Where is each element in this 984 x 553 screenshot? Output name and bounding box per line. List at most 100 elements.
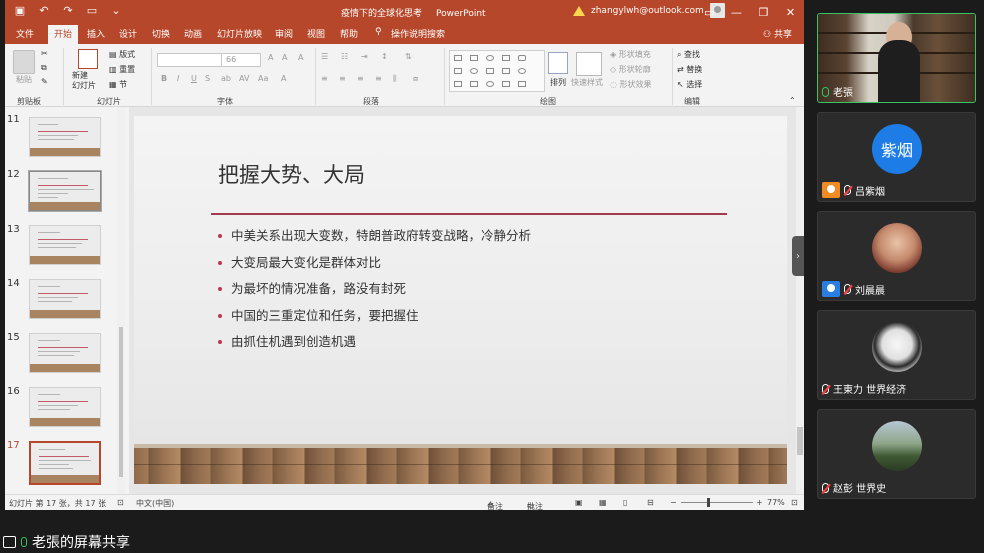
shape-rect-icon[interactable] xyxy=(502,81,510,87)
grow-font-icon[interactable]: A xyxy=(268,53,273,62)
shape-rect-icon[interactable] xyxy=(502,68,510,74)
justify-icon[interactable]: ≡ xyxy=(375,74,382,83)
close-icon[interactable]: ✕ xyxy=(777,0,804,24)
redo-icon[interactable]: ↷ xyxy=(61,4,75,17)
shape-oval-icon[interactable] xyxy=(470,68,478,74)
tab-animations[interactable]: 动画 xyxy=(184,27,202,40)
tab-review[interactable]: 审阅 xyxy=(275,27,293,40)
thumbnail-scrollbar[interactable] xyxy=(117,107,125,494)
font-name-dropdown[interactable] xyxy=(157,53,225,67)
italic-icon[interactable]: I xyxy=(177,74,179,83)
shape-rect-icon[interactable] xyxy=(454,68,462,74)
bullet-item[interactable]: 由抓住机遇到创造机遇 xyxy=(218,334,531,361)
quick-styles-button[interactable]: 快速样式 xyxy=(571,77,603,88)
bold-icon[interactable]: B xyxy=(161,74,167,83)
slideshow-view-icon[interactable]: ⊟ xyxy=(647,498,654,507)
slide-thumbnail[interactable] xyxy=(29,171,101,211)
current-slide[interactable]: 把握大势、大局 中美关系出现大变数，特朗普政府转变战略，冷静分析 大变局最大变化… xyxy=(134,116,787,484)
char-spacing-icon[interactable]: AV xyxy=(239,74,249,83)
indent-icon[interactable]: ⇥ xyxy=(361,52,368,61)
expand-panel-handle[interactable]: › xyxy=(792,236,804,276)
font-color-icon[interactable]: A xyxy=(281,74,286,83)
arrange-icon[interactable] xyxy=(548,52,568,74)
shape-oval-icon[interactable] xyxy=(486,81,494,87)
shape-rect-icon[interactable] xyxy=(470,81,478,87)
clear-format-icon[interactable]: A xyxy=(298,53,303,62)
tab-transitions[interactable]: 切换 xyxy=(152,27,170,40)
strikethrough-icon[interactable]: ab xyxy=(221,74,231,83)
slide-thumbnail-selected[interactable] xyxy=(29,441,101,485)
slide-thumbnail[interactable] xyxy=(29,387,101,427)
participant-tile-active-speaker[interactable]: 老張 xyxy=(817,13,976,103)
paste-label[interactable]: 粘贴 xyxy=(16,74,32,85)
scrollbar-thumb[interactable] xyxy=(797,427,803,455)
undo-icon[interactable]: ↶ xyxy=(37,4,51,17)
change-case-icon[interactable]: Aa xyxy=(258,74,268,83)
numbering-icon[interactable]: ☷ xyxy=(341,52,348,61)
slide-thumbnail[interactable] xyxy=(29,333,101,373)
customize-qat-icon[interactable]: ⌄ xyxy=(109,4,123,17)
line-spacing-icon[interactable]: ↕ xyxy=(381,52,388,61)
section-button[interactable]: ▦ 节 xyxy=(109,79,127,90)
bullet-item[interactable]: 中美关系出现大变数，特朗普政府转变战略，冷静分析 xyxy=(218,228,531,255)
spellcheck-icon[interactable]: ⊡ xyxy=(117,498,124,507)
language-indicator[interactable]: 中文(中国) xyxy=(136,498,174,509)
shape-rect-icon[interactable] xyxy=(454,81,462,87)
shape-rect-icon[interactable] xyxy=(518,81,526,87)
format-painter-icon[interactable]: ✎ xyxy=(41,77,48,86)
slideshow-icon[interactable]: ▭ xyxy=(85,4,99,17)
participant-tile[interactable]: 紫烟 吕紫烟 xyxy=(817,112,976,202)
normal-view-icon[interactable]: ▣ xyxy=(575,498,583,507)
shape-rect-icon[interactable] xyxy=(470,55,478,61)
tell-me-search[interactable]: 操作说明搜索 xyxy=(391,27,445,40)
layout-button[interactable]: ▤ 版式 xyxy=(109,49,135,60)
account-email[interactable]: zhangylwh@outlook.com xyxy=(591,6,704,16)
underline-icon[interactable]: U xyxy=(191,74,197,83)
share-button[interactable]: ⚇ 共享 xyxy=(763,27,792,40)
slide-thumbnail[interactable] xyxy=(29,225,101,265)
shape-oval-icon[interactable] xyxy=(518,68,526,74)
tab-insert[interactable]: 插入 xyxy=(87,27,105,40)
bullet-item[interactable]: 中国的三重定位和任务，要把握住 xyxy=(218,308,531,335)
arrange-button[interactable]: 排列 xyxy=(550,77,566,88)
new-slide-icon[interactable] xyxy=(78,49,98,69)
tab-slideshow[interactable]: 幻灯片放映 xyxy=(217,27,262,40)
shape-textbox-icon[interactable] xyxy=(454,55,462,61)
tab-help[interactable]: 帮助 xyxy=(340,27,358,40)
shape-oval-icon[interactable] xyxy=(486,55,494,61)
find-button[interactable]: ⌕ 查找 xyxy=(677,49,700,60)
bullet-item[interactable]: 大变局最大变化是群体对比 xyxy=(218,255,531,282)
paste-icon[interactable] xyxy=(13,50,35,74)
scrollbar-thumb[interactable] xyxy=(119,327,123,477)
slide-scrollbar[interactable] xyxy=(796,107,804,494)
shape-rect-icon[interactable] xyxy=(486,68,494,74)
align-left-icon[interactable]: ≡ xyxy=(321,74,328,83)
shape-rect-icon[interactable] xyxy=(502,55,510,61)
fit-slide-icon[interactable]: ⊡ xyxy=(791,498,798,507)
slide-thumbnail-pane[interactable]: 11 12 13 14 15 16 17 xyxy=(5,107,129,494)
zoom-slider-thumb[interactable] xyxy=(707,498,710,507)
shape-effects-button[interactable]: ◌ 形状效果 xyxy=(610,79,652,90)
shrink-font-icon[interactable]: A xyxy=(282,53,287,62)
zoom-slider[interactable] xyxy=(681,502,753,503)
participant-tile[interactable]: 刘晨晨 xyxy=(817,211,976,301)
slide-bullet-list[interactable]: 中美关系出现大变数，特朗普政府转变战略，冷静分析 大变局最大变化是群体对比 为最… xyxy=(218,228,531,361)
slide-title[interactable]: 把握大势、大局 xyxy=(218,159,365,189)
participant-tile[interactable]: 赵彭 世界史 xyxy=(817,409,976,499)
bullet-item[interactable]: 为最坏的情况准备，路没有封死 xyxy=(218,281,531,308)
tab-view[interactable]: 视图 xyxy=(307,27,325,40)
collapse-ribbon-icon[interactable]: ⌃ xyxy=(789,96,796,105)
shape-outline-button[interactable]: ◇ 形状轮廓 xyxy=(610,64,651,75)
shadow-icon[interactable]: S xyxy=(205,74,210,83)
select-button[interactable]: ↖ 选择 xyxy=(677,79,702,90)
tab-design[interactable]: 设计 xyxy=(119,27,137,40)
ribbon-display-icon[interactable]: ▭ xyxy=(696,0,723,24)
zoom-in-icon[interactable]: + xyxy=(756,498,763,507)
slide-thumbnail[interactable] xyxy=(29,279,101,319)
text-direction-icon[interactable]: ⇅ xyxy=(405,52,412,61)
reading-view-icon[interactable]: ▯ xyxy=(623,498,627,507)
quick-styles-icon[interactable] xyxy=(576,52,602,76)
save-icon[interactable]: ▣ xyxy=(13,4,27,17)
cut-icon[interactable]: ✂ xyxy=(41,49,48,58)
font-size-dropdown[interactable]: 66 xyxy=(221,53,261,67)
